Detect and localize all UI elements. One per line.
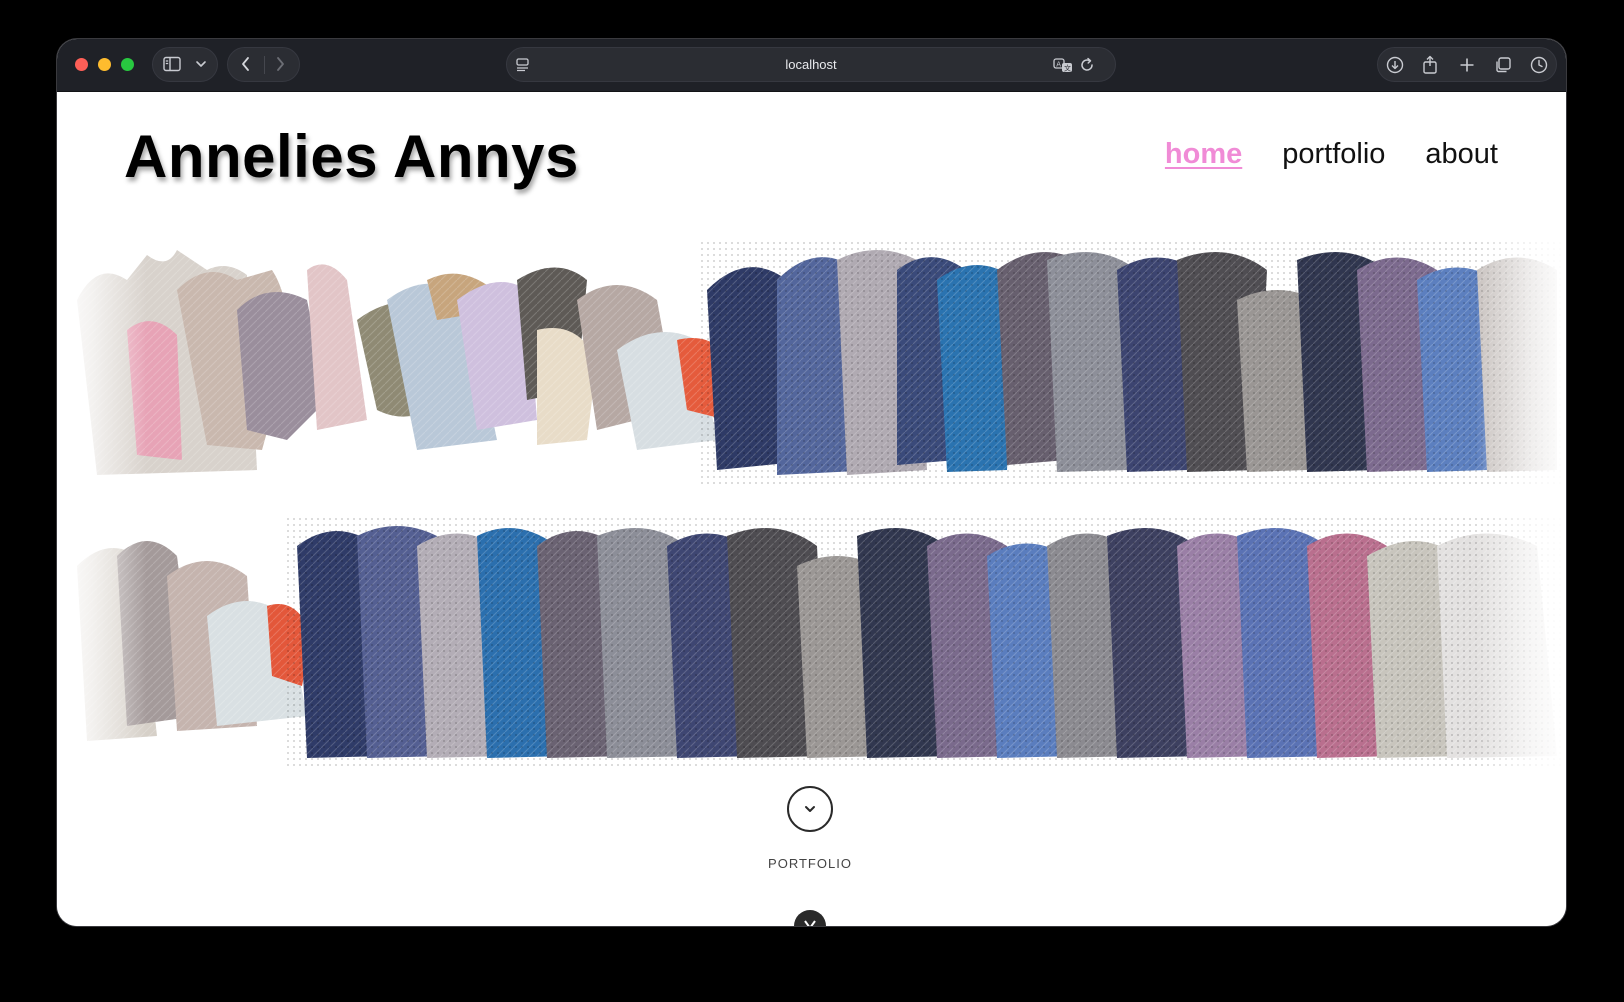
collage-artwork-bottom [57,516,1566,766]
tabs-icon[interactable] [1494,56,1512,74]
share-icon[interactable] [1422,55,1438,74]
site-title[interactable]: Annelies Annys [124,122,579,191]
back-to-top-tab[interactable] [794,910,826,926]
chevron-down-icon [804,920,816,926]
forward-icon[interactable] [274,56,286,72]
back-icon[interactable] [240,56,252,72]
nav-about-link[interactable]: about [1425,138,1498,171]
scroll-down-label[interactable]: PORTFOLIO [710,856,910,871]
reload-icon[interactable] [1079,57,1095,73]
translate-icon[interactable]: A文 [1053,57,1073,73]
page-content: Annelies Annys home portfolio about PORT… [57,92,1566,926]
scroll-down-button[interactable] [787,786,833,832]
download-icon[interactable] [1386,56,1404,74]
history-nav-group [227,47,300,82]
minimize-window-button[interactable] [98,58,111,71]
url-text[interactable]: localhost [507,57,1115,72]
sidebar-toggle-group [152,47,218,82]
chevron-down-icon[interactable] [195,59,207,69]
plus-icon[interactable] [1458,56,1476,74]
main-nav: home portfolio about [1165,138,1498,171]
collage-strip-bottom [57,516,1566,766]
clock-icon[interactable] [1530,56,1548,74]
nav-divider [264,56,265,74]
svg-text:文: 文 [1064,64,1071,73]
collage-strip-top [57,240,1566,485]
zoom-window-button[interactable] [121,58,134,71]
toolbar-actions [1377,47,1557,82]
close-window-button[interactable] [75,58,88,71]
svg-text:A: A [1056,61,1061,69]
browser-toolbar: localhost A文 [57,39,1566,92]
nav-home-link[interactable]: home [1165,138,1242,171]
sidebar-icon[interactable] [163,56,181,72]
browser-window: localhost A文 Annelies Annys home portfol… [57,39,1566,926]
collage-artwork-top [57,240,1566,485]
nav-portfolio-link[interactable]: portfolio [1282,138,1385,171]
chevron-down-icon [805,806,815,812]
address-bar[interactable]: localhost A文 [506,47,1116,82]
